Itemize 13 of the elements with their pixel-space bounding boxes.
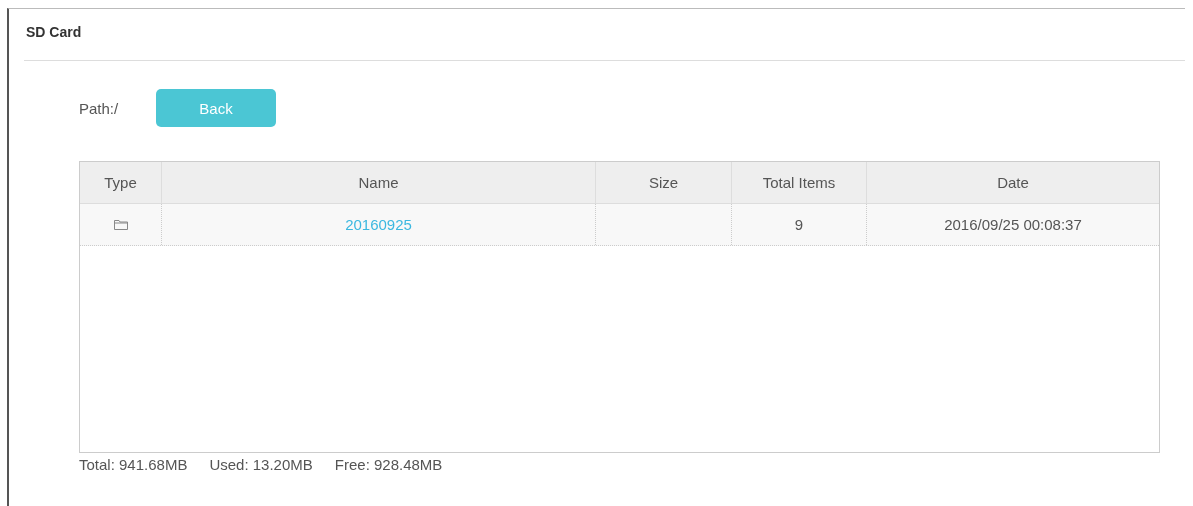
path-label: Path:/ — [79, 99, 120, 117]
column-header[interactable]: Name — [162, 162, 596, 203]
storage-stat: Free: 928.48MB — [334, 456, 443, 473]
item-count: 9 — [794, 216, 804, 233]
date-cell: 2016/09/25 00:08:37 — [944, 216, 1082, 233]
storage-stat: Used: 13.20MB — [209, 456, 313, 473]
panel-title: SD Card — [25, 23, 83, 42]
column-header[interactable]: Type — [80, 162, 162, 203]
folder-icon — [113, 219, 128, 230]
column-header[interactable]: Total Items — [732, 162, 867, 203]
storage-stat: Total: 941.68MB — [79, 456, 188, 473]
column-header[interactable]: Size — [596, 162, 732, 203]
column-header[interactable]: Date — [867, 162, 1159, 203]
